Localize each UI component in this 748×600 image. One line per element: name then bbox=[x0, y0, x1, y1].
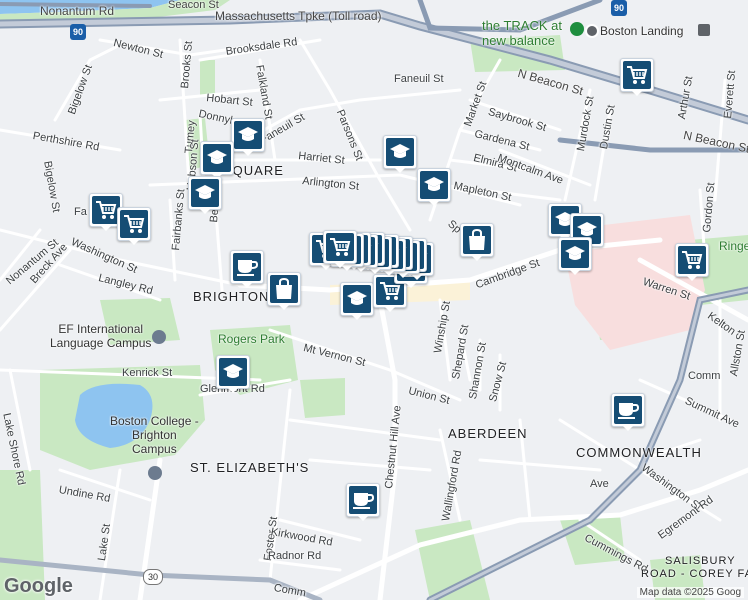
label-comm: Comm bbox=[688, 370, 721, 382]
marker-grocery[interactable] bbox=[675, 243, 709, 281]
school-cap-icon bbox=[386, 138, 414, 166]
school-pin-icon bbox=[148, 466, 162, 480]
i90-shield-right: 90 bbox=[611, 0, 627, 16]
marker-cafe[interactable] bbox=[230, 250, 264, 288]
marker-cafe[interactable] bbox=[611, 393, 645, 431]
poi-the-track-line1: the TRACK at bbox=[482, 18, 562, 33]
area-salisbury-2: ROAD - COREY FARI bbox=[641, 568, 748, 580]
marker-school[interactable] bbox=[417, 168, 451, 206]
marker-school[interactable] bbox=[200, 141, 234, 179]
grocery-cart-icon bbox=[326, 233, 354, 261]
transit-icon[interactable] bbox=[585, 24, 599, 38]
park-label-ringe: Ringe bbox=[719, 239, 748, 253]
label-seacon-st: Seacon St bbox=[168, 0, 219, 11]
train-icon bbox=[698, 24, 710, 36]
poi-bc-line1: Boston College - bbox=[110, 414, 199, 428]
grocery-cart-icon bbox=[92, 196, 120, 224]
area-st-elizabeths: ST. ELIZABETH'S bbox=[190, 460, 310, 475]
area-brighton: BRIGHTON bbox=[193, 289, 270, 304]
grocery-cart-icon bbox=[623, 61, 651, 89]
area-salisbury-1: SALISBURY bbox=[665, 555, 736, 567]
route-30-shield: 30 bbox=[143, 569, 163, 585]
shopping-bag-icon bbox=[270, 275, 298, 303]
school-cap-icon bbox=[343, 285, 371, 313]
school-cap-icon bbox=[420, 171, 448, 199]
cafe-cup-icon bbox=[614, 396, 642, 424]
area-commonwealth: COMMONWEALTH bbox=[576, 445, 702, 460]
label-nonantum-rd: Nonantum Rd bbox=[40, 4, 115, 18]
area-aberdeen: ABERDEEN bbox=[448, 426, 528, 441]
marker-school[interactable] bbox=[558, 237, 592, 275]
marker-school[interactable] bbox=[383, 135, 417, 173]
label-faneuil-st-e: Faneuil St bbox=[394, 73, 444, 85]
grocery-cart-icon bbox=[678, 246, 706, 274]
poi-bc-brighton[interactable]: Boston College - Brighton Campus bbox=[110, 414, 199, 456]
marker-cafe[interactable] bbox=[346, 483, 380, 521]
poi-the-track-line2: new balance bbox=[482, 33, 555, 48]
park-mid bbox=[300, 378, 345, 418]
marker-school[interactable] bbox=[231, 118, 265, 156]
poi-ef-campus[interactable]: EF International Language Campus bbox=[50, 322, 151, 350]
marker-grocery[interactable] bbox=[117, 207, 151, 245]
shopping-bag-icon bbox=[463, 226, 491, 254]
school-cap-icon bbox=[191, 179, 219, 207]
park-north bbox=[200, 60, 215, 95]
poi-ef-line1: EF International bbox=[58, 322, 144, 336]
label-kenrick-st: Kenrick St bbox=[122, 367, 173, 379]
label-ave-fragment: Ave bbox=[590, 478, 609, 490]
poi-bc-line2: Brighton bbox=[132, 428, 177, 442]
poi-the-track[interactable]: the TRACK at new balance bbox=[482, 18, 562, 48]
label-mass-pike: Massachusetts Tpke (Toll road) bbox=[215, 9, 382, 23]
marker-school[interactable] bbox=[340, 282, 374, 320]
label-radnor-rd: Radnor Rd bbox=[268, 550, 322, 562]
grocery-cart-icon bbox=[120, 210, 148, 238]
marker-cluster-item[interactable] bbox=[323, 230, 357, 268]
label-fa: Fa bbox=[74, 206, 87, 218]
school-cap-icon bbox=[234, 121, 262, 149]
marker-shopping[interactable] bbox=[460, 223, 494, 261]
school-cap-icon bbox=[219, 358, 247, 386]
school-cap-icon bbox=[561, 240, 589, 268]
poi-boston-landing[interactable]: Boston Landing bbox=[600, 24, 683, 38]
marker-grocery[interactable] bbox=[620, 58, 654, 96]
i90-shield-left: 90 bbox=[70, 24, 86, 40]
school-pin-icon bbox=[152, 330, 166, 344]
google-logo: Google bbox=[4, 575, 73, 597]
poi-ef-line2: Language Campus bbox=[50, 336, 152, 350]
marker-school[interactable] bbox=[188, 176, 222, 214]
park-label-rogers: Rogers Park bbox=[218, 332, 285, 346]
marker-school[interactable] bbox=[216, 355, 250, 393]
cafe-cup-icon bbox=[349, 486, 377, 514]
poi-bc-line3: Campus bbox=[132, 442, 177, 456]
map-attribution: Map data ©2025 Goog bbox=[636, 587, 744, 598]
marker-shopping[interactable] bbox=[267, 272, 301, 310]
poi-the-track-pin-icon[interactable] bbox=[570, 22, 584, 36]
school-cap-icon bbox=[203, 144, 231, 172]
cafe-cup-icon bbox=[233, 253, 261, 281]
